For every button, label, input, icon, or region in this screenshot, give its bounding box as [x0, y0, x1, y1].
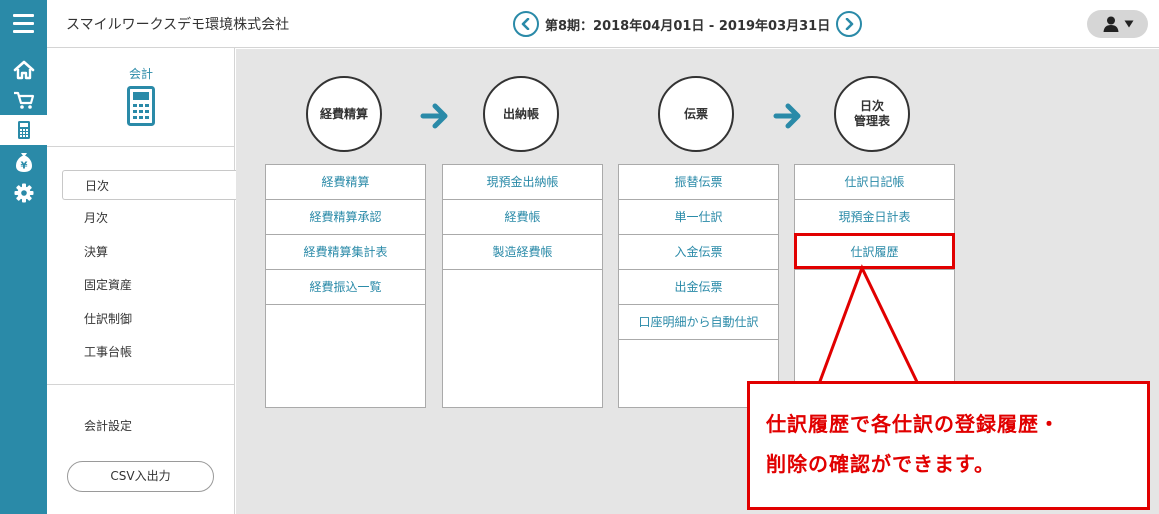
- rail-settings[interactable]: [0, 178, 47, 208]
- submenu-title: 会計: [128, 67, 153, 81]
- callout-text-line1: 仕訳履歴で各仕訳の登録履歴・: [766, 412, 1060, 436]
- icon-rail: ¥: [0, 48, 47, 514]
- flow-step-expense: 経費精算: [306, 76, 382, 152]
- arrow-right-icon: [420, 103, 448, 129]
- link-daily-cash-report[interactable]: 現預金日計表: [795, 200, 954, 235]
- user-menu-button[interactable]: [1087, 10, 1148, 38]
- prev-period-button[interactable]: [513, 11, 539, 37]
- link-cash-deposit-book[interactable]: 現預金出納帳: [443, 165, 602, 200]
- nav-item-daily[interactable]: 日次: [62, 170, 236, 200]
- nav-item-monthly[interactable]: 月次: [47, 203, 235, 233]
- link-expense-approval[interactable]: 経費精算承認: [266, 200, 425, 235]
- expense-panel: 経費精算 経費精算承認 経費精算集計表 経費振込一覧: [265, 164, 426, 408]
- link-manufacturing-expense-book[interactable]: 製造経費帳: [443, 235, 602, 270]
- user-icon: [1103, 16, 1118, 32]
- app-header: スマイルワークスデモ環境株式会社 第8期：2018年04月01日 - 2019年…: [0, 0, 1159, 48]
- home-icon: [13, 60, 34, 80]
- calculator-icon: [17, 121, 30, 139]
- divider: [47, 146, 235, 147]
- nav-item-journal-control[interactable]: 仕訳制御: [47, 304, 235, 334]
- rail-sales[interactable]: [0, 85, 47, 115]
- divider: [47, 384, 235, 385]
- nav-item-accounting-settings[interactable]: 会計設定: [47, 411, 235, 441]
- fiscal-period-selector: 第8期：2018年04月01日 - 2019年03月31日: [513, 11, 863, 37]
- nav-item-construction-ledger[interactable]: 工事台帳: [47, 337, 235, 367]
- svg-text:¥: ¥: [20, 161, 27, 172]
- caret-down-icon: [1124, 20, 1133, 28]
- link-journal-diary[interactable]: 仕訳日記帳: [795, 165, 954, 200]
- accounting-submenu: 会計 日次 月次 決算 固定資産 仕訳制御 工事台帳 会計設定 CSV入出力: [47, 48, 236, 514]
- menu-icon[interactable]: [0, 0, 47, 48]
- link-expense-settlement[interactable]: 経費精算: [266, 165, 425, 200]
- flow-step-daily-reports: 日次 管理表: [834, 76, 910, 152]
- link-expense-summary[interactable]: 経費精算集計表: [266, 235, 425, 270]
- calculator-icon: [127, 86, 155, 126]
- nav-item-closing[interactable]: 決算: [47, 237, 235, 267]
- flow-step-voucher: 伝票: [658, 76, 734, 152]
- arrow-right-icon: [773, 103, 801, 129]
- cashbook-panel: 現預金出納帳 経費帳 製造経費帳: [442, 164, 603, 408]
- next-period-button[interactable]: [836, 11, 863, 37]
- company-name: スマイルワークスデモ環境株式会社: [66, 17, 290, 33]
- money-bag-icon: ¥: [15, 153, 32, 172]
- link-expense-transfer-list[interactable]: 経費振込一覧: [266, 270, 425, 305]
- csv-import-export-button[interactable]: CSV入出力: [67, 461, 214, 492]
- cart-icon: [13, 91, 34, 109]
- link-transfer-voucher[interactable]: 振替伝票: [619, 165, 778, 200]
- chevron-left-icon: [521, 18, 530, 30]
- rail-money[interactable]: ¥: [0, 147, 47, 177]
- link-expense-book[interactable]: 経費帳: [443, 200, 602, 235]
- callout-text-line2: 削除の確認ができます。: [766, 452, 995, 476]
- gear-icon: [14, 183, 33, 203]
- chevron-right-icon: [845, 18, 854, 30]
- callout-pointer: [817, 264, 920, 385]
- fiscal-period-label: 第8期：2018年04月01日 - 2019年03月31日: [545, 18, 831, 34]
- nav-item-fixed-assets[interactable]: 固定資産: [47, 270, 235, 300]
- flow-step-cashbook: 出納帳: [483, 76, 559, 152]
- rail-home[interactable]: [0, 55, 47, 85]
- annotation-callout: 仕訳履歴で各仕訳の登録履歴・ 削除の確認ができます。: [747, 381, 1150, 510]
- rail-accounting[interactable]: [0, 115, 47, 145]
- link-single-journal[interactable]: 単一仕訳: [619, 200, 778, 235]
